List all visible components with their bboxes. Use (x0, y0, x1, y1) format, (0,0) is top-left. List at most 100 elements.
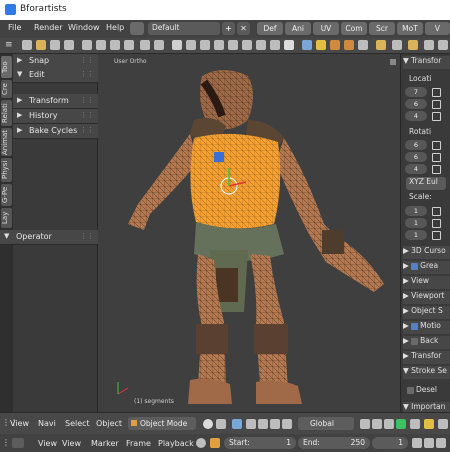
grip-icon[interactable]: ⋮⋮ (80, 70, 94, 78)
menu-file[interactable]: File (8, 23, 21, 32)
render-layer-icon[interactable] (396, 419, 406, 429)
add-screen-icon[interactable]: + (222, 22, 235, 35)
menu-object[interactable]: Object (96, 419, 122, 428)
import-icon[interactable] (110, 40, 120, 50)
tab-motion-tracking[interactable]: MoT (397, 22, 423, 35)
shading-icon[interactable] (203, 419, 213, 429)
panel-transform[interactable]: ▶ Transform ⋮⋮ (13, 94, 98, 109)
current-frame-field[interactable]: 1 (372, 437, 408, 449)
translate-manipulator-icon[interactable] (258, 419, 268, 429)
empty-icon[interactable] (358, 40, 368, 50)
folder-icon[interactable] (376, 40, 386, 50)
save-icon[interactable] (50, 40, 60, 50)
end-frame-field[interactable]: End: 250 (298, 437, 370, 449)
layer-icon[interactable] (424, 40, 434, 50)
cylinder-icon[interactable] (200, 40, 210, 50)
panel-object-settings[interactable]: ▶ Object S (403, 306, 450, 319)
plane-icon[interactable] (242, 40, 252, 50)
deselect-option[interactable]: Desel (407, 385, 450, 398)
world-icon[interactable] (438, 40, 448, 50)
new-file-icon[interactable] (22, 40, 32, 50)
grip-icon[interactable]: ⋮⋮ (80, 232, 94, 240)
rotation-y-field[interactable]: 6 (405, 152, 427, 162)
timeline-menu-view-2[interactable]: View (62, 439, 81, 448)
lock-icon[interactable] (432, 141, 441, 150)
lock-icon[interactable] (432, 231, 441, 240)
panel-view[interactable]: ▶ View (403, 276, 450, 289)
snapping-icon[interactable] (424, 419, 434, 429)
panel-grease-pencil[interactable]: ▶ Grea (403, 261, 450, 274)
tab-relations[interactable]: Relati (1, 100, 12, 126)
scale-x-field[interactable]: 1 (405, 206, 427, 216)
grip-icon[interactable]: ⋮⋮ (80, 56, 94, 64)
tab-default[interactable]: Def (257, 22, 283, 35)
rotation-x-field[interactable]: 6 (405, 140, 427, 150)
proportional-edit-icon[interactable] (410, 419, 420, 429)
panel-edit[interactable]: ▼ Edit ⋮⋮ (13, 68, 98, 83)
tab-animation[interactable]: Ani (285, 22, 311, 35)
rotate-manipulator-icon[interactable] (270, 419, 280, 429)
layer-3-icon[interactable] (384, 419, 394, 429)
timeline-menu-marker[interactable]: Marker (91, 439, 119, 448)
grip-icon[interactable]: ⋮⋮ (80, 96, 94, 104)
start-frame-field[interactable]: Start: 1 (224, 437, 296, 449)
menu-select[interactable]: Select (65, 419, 90, 428)
panel-transform-orientations[interactable]: ▶ Transfor (403, 351, 450, 364)
panel-history[interactable]: ▶ History ⋮⋮ (13, 109, 98, 124)
jump-start-icon[interactable] (412, 438, 422, 448)
cube-icon[interactable] (172, 40, 182, 50)
sphere-icon[interactable] (186, 40, 196, 50)
tab-compositing[interactable]: Com (341, 22, 367, 35)
mode-dropdown[interactable]: Object Mode (128, 417, 196, 430)
lock-key-icon[interactable] (210, 438, 220, 448)
render-preview-icon[interactable] (438, 419, 448, 429)
timeline-menu-playback[interactable]: Playback (158, 439, 194, 448)
light-icon[interactable] (316, 40, 326, 50)
play-icon[interactable] (436, 438, 446, 448)
tab-uv[interactable]: UV (313, 22, 339, 35)
location-z-field[interactable]: 4 (405, 111, 427, 121)
scene-icon[interactable] (392, 40, 402, 50)
panel-3d-cursor[interactable]: ▶ 3D Curso (403, 246, 450, 259)
lock-icon[interactable] (432, 153, 441, 162)
lock-icon[interactable] (432, 219, 441, 228)
append-icon[interactable] (96, 40, 106, 50)
save-as-icon[interactable] (64, 40, 74, 50)
tab-grease-pencil[interactable]: G-Pe (1, 184, 12, 206)
lock-icon[interactable] (432, 112, 441, 121)
snap-icon[interactable] (246, 419, 256, 429)
timeline-menu-frame[interactable]: Frame (126, 439, 151, 448)
lattice-icon[interactable] (344, 40, 354, 50)
panel-motion-tracking[interactable]: ▶ Motio (403, 321, 450, 334)
menu-icon[interactable]: ≡ (5, 40, 15, 50)
3d-viewport[interactable]: User Ortho (1) segments (98, 54, 400, 412)
armature-icon[interactable] (330, 40, 340, 50)
lock-icon[interactable] (432, 100, 441, 109)
checkbox[interactable] (407, 386, 414, 394)
tab-scripting[interactable]: Scr (369, 22, 395, 35)
menu-window[interactable]: Window (68, 23, 100, 32)
torus-icon[interactable] (228, 40, 238, 50)
grip-icon[interactable]: ⋮⋮ (80, 111, 94, 119)
open-folder-icon[interactable] (36, 40, 46, 50)
checkbox[interactable] (411, 262, 419, 270)
menu-view[interactable]: View (10, 419, 29, 428)
monkey-icon[interactable] (284, 40, 294, 50)
remove-screen-icon[interactable]: ✕ (237, 22, 250, 35)
rotation-z-field[interactable]: 4 (405, 164, 427, 174)
rotation-mode-dropdown[interactable]: XYZ Eul (406, 177, 446, 190)
tab-tools[interactable]: Too (1, 56, 12, 78)
menu-navigation[interactable]: Navi (38, 419, 56, 428)
grip-icon[interactable]: ⋮⋮ (80, 126, 94, 134)
tab-video[interactable]: V (425, 22, 450, 35)
panel-transform-header[interactable]: ▼ Transfor (403, 56, 450, 69)
checkbox[interactable] (411, 322, 419, 330)
lock-icon[interactable] (432, 88, 441, 97)
panel-viewport[interactable]: ▶ Viewport (403, 291, 450, 304)
pivot-icon[interactable] (232, 419, 242, 429)
panel-bake-cycles[interactable]: ▶ Bake Cycles ⋮⋮ (13, 124, 98, 139)
layer-1-icon[interactable] (360, 419, 370, 429)
lock-icon[interactable] (432, 207, 441, 216)
lock-icon[interactable] (432, 165, 441, 174)
grid-icon[interactable] (270, 40, 280, 50)
